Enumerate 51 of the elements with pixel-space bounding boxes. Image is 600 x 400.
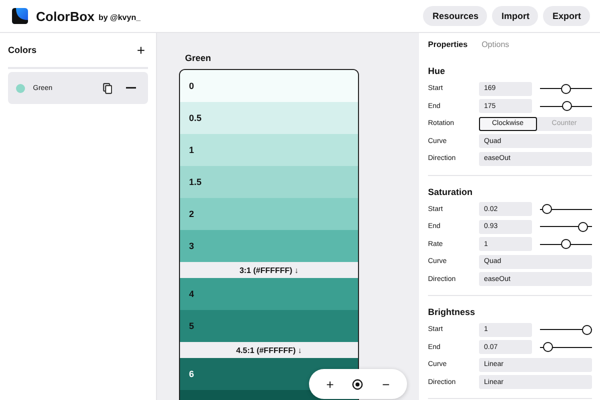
color-swatch[interactable]: 5 — [180, 310, 358, 342]
panel-tab[interactable]: Properties — [428, 40, 468, 48]
swatch-label: 4 — [189, 289, 194, 299]
slider-thumb[interactable] — [582, 324, 592, 335]
colors-heading: Colors — [8, 45, 37, 55]
swatch-label: 2 — [189, 209, 194, 219]
slider-thumb[interactable] — [561, 84, 571, 94]
slider-thumb[interactable] — [542, 204, 552, 214]
swatch-label: 0.5 — [189, 113, 202, 123]
swatch-label: 0 — [189, 81, 194, 91]
author-byline: by @kvyn_ — [98, 12, 141, 22]
swatch-label: 1 — [189, 145, 194, 155]
slider[interactable] — [540, 84, 592, 94]
slider[interactable] — [540, 324, 592, 335]
zoom-in-button[interactable]: + — [322, 376, 338, 392]
swatch-label: 5 — [189, 321, 194, 331]
color-swatch[interactable]: 1.5 — [180, 166, 358, 198]
zoom-out-button[interactable]: − — [378, 376, 394, 392]
slider[interactable] — [540, 101, 592, 112]
swatch-label: 6 — [189, 369, 194, 379]
slider-thumb[interactable] — [578, 222, 588, 232]
header-button[interactable]: Import — [492, 6, 538, 26]
slider[interactable] — [540, 222, 592, 232]
color-swatch[interactable]: 0.5 — [180, 102, 358, 134]
header-button[interactable]: Export — [543, 6, 590, 26]
color-swatch[interactable]: 1 — [180, 134, 358, 166]
app-logo-icon — [12, 8, 28, 24]
color-swatch[interactable]: 0 — [180, 70, 358, 102]
section-heading: Hue — [428, 65, 446, 78]
slider-thumb[interactable] — [561, 239, 571, 250]
add-color-button[interactable]: + — [134, 42, 148, 58]
palette-title: Green — [185, 53, 212, 63]
target-icon[interactable] — [352, 378, 364, 390]
copy-icon[interactable] — [103, 82, 112, 94]
slider[interactable] — [540, 342, 592, 352]
slider[interactable] — [540, 204, 592, 214]
swatch-label: 3 — [189, 241, 194, 251]
contrast-label: 4.5:1 (#FFFFFF) ↓ — [236, 346, 302, 354]
contrast-label: 3:1 (#FFFFFF) ↓ — [239, 266, 299, 274]
section-heading: Saturation — [428, 186, 474, 198]
color-swatch[interactable]: 4 — [180, 278, 358, 310]
panel-tab[interactable]: Options — [482, 40, 510, 48]
app-name: ColorBox — [36, 8, 94, 24]
slider[interactable] — [540, 239, 592, 250]
slider-thumb[interactable] — [543, 342, 554, 352]
swatch-label: 1.5 — [189, 177, 202, 187]
slider-thumb[interactable] — [562, 101, 572, 112]
color-swatch[interactable]: 2 — [180, 198, 358, 230]
color-swatch[interactable]: 3 — [180, 230, 358, 262]
header-button[interactable]: Resources — [423, 6, 488, 26]
section-heading: Brightness — [428, 306, 476, 319]
